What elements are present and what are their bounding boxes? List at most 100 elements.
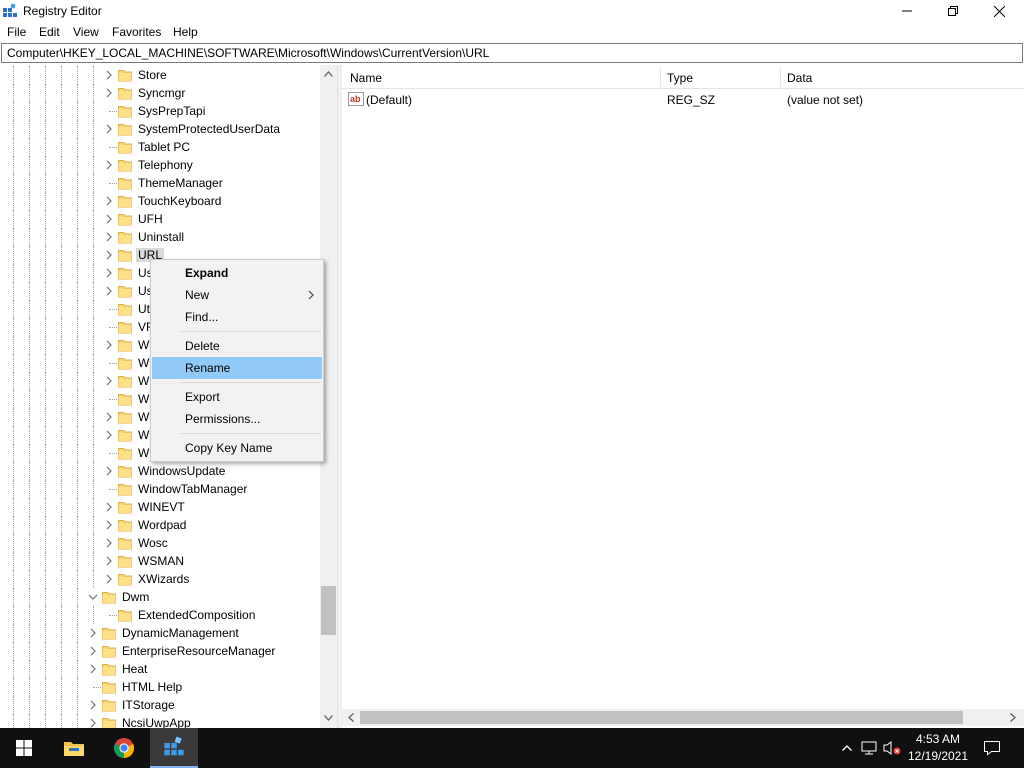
tree-item-label[interactable]: Uninstall: [136, 230, 186, 244]
scroll-thumb[interactable]: [360, 711, 963, 724]
tree-item[interactable]: WindowTabManager: [0, 480, 320, 498]
tree-item[interactable]: NcsiUwpApp: [0, 714, 320, 728]
chevron-right-icon[interactable]: [104, 537, 114, 549]
chevron-right-icon[interactable]: [104, 69, 114, 81]
chevron-right-icon[interactable]: [104, 339, 114, 351]
chevron-right-icon[interactable]: [104, 465, 114, 477]
tree-item-label[interactable]: Dwm: [120, 590, 151, 604]
clock[interactable]: 4:53 AM 12/19/2021: [905, 731, 971, 765]
tree-item-label[interactable]: TouchKeyboard: [136, 194, 223, 208]
context-menu-item-permissions[interactable]: Permissions...: [152, 408, 322, 430]
chevron-right-icon[interactable]: [104, 573, 114, 585]
menu-file[interactable]: File: [7, 25, 26, 39]
tree-item-label[interactable]: ExtendedComposition: [136, 608, 257, 622]
menu-help[interactable]: Help: [173, 25, 198, 39]
column-header-name[interactable]: Name: [350, 71, 382, 85]
context-menu-item-copy-key-name[interactable]: Copy Key Name: [152, 437, 322, 459]
scroll-thumb[interactable]: [321, 586, 336, 635]
context-menu-item-find[interactable]: Find...: [152, 306, 322, 328]
scroll-right-button[interactable]: [1006, 709, 1020, 726]
chevron-right-icon[interactable]: [88, 699, 98, 711]
tree-item-label[interactable]: ITStorage: [120, 698, 177, 712]
tree-item[interactable]: Wosc: [0, 534, 320, 552]
tree-item-label[interactable]: NcsiUwpApp: [120, 716, 193, 728]
tree-item-label[interactable]: WindowTabManager: [136, 482, 249, 496]
tree-item[interactable]: WindowsUpdate: [0, 462, 320, 480]
chevron-right-icon[interactable]: [88, 645, 98, 657]
context-menu-item-export[interactable]: Export: [152, 386, 322, 408]
tree-item[interactable]: Wordpad: [0, 516, 320, 534]
chevron-right-icon[interactable]: [104, 411, 114, 423]
values-horizontal-scrollbar[interactable]: [342, 709, 1024, 726]
column-divider[interactable]: [660, 67, 661, 87]
volume-icon[interactable]: [883, 739, 901, 757]
tree-item[interactable]: SysPrepTapi: [0, 102, 320, 120]
chevron-right-icon[interactable]: [104, 249, 114, 261]
chevron-right-icon[interactable]: [88, 627, 98, 639]
tree-item-label[interactable]: UFH: [136, 212, 165, 226]
chevron-right-icon[interactable]: [104, 267, 114, 279]
chevron-right-icon[interactable]: [104, 429, 114, 441]
chevron-right-icon[interactable]: [104, 501, 114, 513]
registry-editor-taskbar-button[interactable]: [150, 728, 198, 768]
chevron-right-icon[interactable]: [104, 285, 114, 297]
tree-item[interactable]: Uninstall: [0, 228, 320, 246]
tree-item-label[interactable]: SystemProtectedUserData: [136, 122, 282, 136]
scroll-down-button[interactable]: [320, 709, 337, 726]
menu-view[interactable]: View: [73, 25, 99, 39]
chevron-right-icon[interactable]: [104, 213, 114, 225]
menu-favorites[interactable]: Favorites: [112, 25, 161, 39]
tree-item[interactable]: HTML Help: [0, 678, 320, 696]
column-header-data[interactable]: Data: [787, 71, 812, 85]
context-menu-item-new[interactable]: New: [152, 284, 322, 306]
tree-item-label[interactable]: WSMAN: [136, 554, 186, 568]
tree-item[interactable]: EnterpriseResourceManager: [0, 642, 320, 660]
context-menu-item-expand[interactable]: Expand: [152, 262, 322, 284]
tree-item-label[interactable]: EnterpriseResourceManager: [120, 644, 277, 658]
chevron-right-icon[interactable]: [88, 663, 98, 675]
scroll-up-button[interactable]: [320, 65, 337, 82]
tree-item[interactable]: SystemProtectedUserData: [0, 120, 320, 138]
tree-item-label[interactable]: Telephony: [136, 158, 195, 172]
tree-item-label[interactable]: Syncmgr: [136, 86, 187, 100]
minimize-button[interactable]: [884, 0, 930, 22]
chevron-right-icon[interactable]: [88, 717, 98, 728]
tree-item[interactable]: TouchKeyboard: [0, 192, 320, 210]
tree-item-label[interactable]: WindowsUpdate: [136, 464, 227, 478]
chevron-right-icon[interactable]: [104, 555, 114, 567]
tree-item[interactable]: UFH: [0, 210, 320, 228]
tree-item[interactable]: Syncmgr: [0, 84, 320, 102]
address-bar[interactable]: Computer\HKEY_LOCAL_MACHINE\SOFTWARE\Mic…: [1, 43, 1023, 63]
column-header-type[interactable]: Type: [667, 71, 693, 85]
show-hidden-icons-button[interactable]: [838, 739, 856, 757]
chrome-taskbar-button[interactable]: [100, 728, 148, 768]
tree-item-label[interactable]: Wordpad: [136, 518, 188, 532]
tree-item-label[interactable]: Tablet PC: [136, 140, 192, 154]
network-icon[interactable]: [861, 739, 879, 757]
chevron-right-icon[interactable]: [104, 195, 114, 207]
chevron-right-icon[interactable]: [104, 375, 114, 387]
start-button[interactable]: [0, 728, 48, 768]
file-explorer-taskbar-button[interactable]: [50, 728, 98, 768]
context-menu-item-delete[interactable]: Delete: [152, 335, 322, 357]
menu-edit[interactable]: Edit: [39, 25, 60, 39]
scroll-left-button[interactable]: [344, 709, 358, 726]
value-row[interactable]: ab (Default) REG_SZ (value not set): [342, 90, 1024, 108]
tree-item[interactable]: WSMAN: [0, 552, 320, 570]
tree-item[interactable]: DynamicManagement: [0, 624, 320, 642]
tree-item[interactable]: ITStorage: [0, 696, 320, 714]
title-bar[interactable]: Registry Editor: [0, 0, 1024, 22]
tree-item-label[interactable]: Store: [136, 68, 169, 82]
chevron-right-icon[interactable]: [104, 123, 114, 135]
tree-item-label[interactable]: Wosc: [136, 536, 170, 550]
tree-item-label[interactable]: DynamicManagement: [120, 626, 241, 640]
tree-item-label[interactable]: WINEVT: [136, 500, 187, 514]
column-divider[interactable]: [780, 67, 781, 87]
tree-item-label[interactable]: Heat: [120, 662, 149, 676]
tree-item[interactable]: Store: [0, 66, 320, 84]
chevron-right-icon[interactable]: [104, 231, 114, 243]
chevron-right-icon[interactable]: [104, 519, 114, 531]
chevron-down-icon[interactable]: [88, 591, 98, 603]
tree-item-label[interactable]: XWizards: [136, 572, 191, 586]
tree-item[interactable]: ExtendedComposition: [0, 606, 320, 624]
